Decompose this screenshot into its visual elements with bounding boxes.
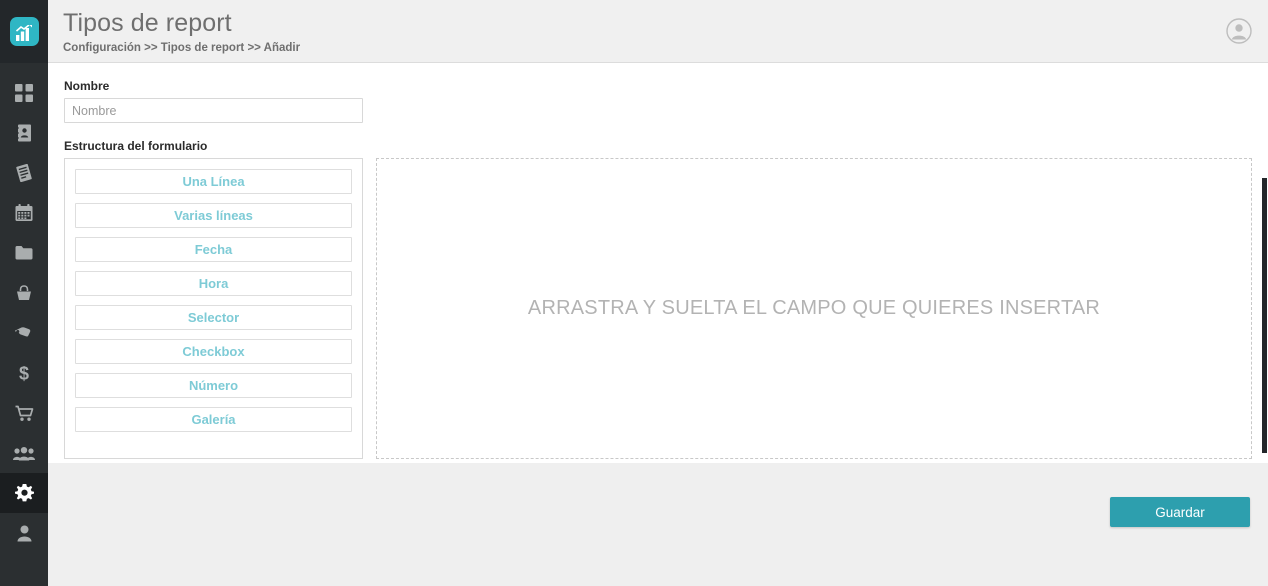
content-area: Nombre Estructura del formulario Una Lín… (48, 63, 1268, 463)
field-type-varias-lineas[interactable]: Varias líneas (75, 203, 352, 228)
form-dropzone[interactable]: ARRASTRA Y SUELTA EL CAMPO QUE QUIERES I… (376, 158, 1252, 459)
sidebar: $ (0, 0, 48, 586)
tag-icon (15, 325, 33, 341)
dropzone-placeholder-text: ARRASTRA Y SUELTA EL CAMPO QUE QUIERES I… (527, 297, 1101, 319)
header-texts: Tipos de report Configuración >> Tipos d… (63, 7, 300, 55)
name-input[interactable] (64, 98, 363, 123)
sidebar-item-users[interactable] (0, 433, 48, 473)
save-button[interactable]: Guardar (1110, 497, 1250, 527)
field-type-galeria[interactable]: Galería (75, 407, 352, 432)
gear-settings-icon (14, 483, 34, 503)
sidebar-item-tags[interactable] (0, 313, 48, 353)
scrollbar-thumb[interactable] (1262, 178, 1267, 453)
dollar-icon: $ (17, 364, 31, 382)
sidebar-item-invoices[interactable] (0, 153, 48, 193)
field-type-checkbox[interactable]: Checkbox (75, 339, 352, 364)
sidebar-item-files[interactable] (0, 233, 48, 273)
folder-icon (15, 245, 33, 261)
invoice-document-icon (15, 164, 33, 182)
field-type-selector[interactable]: Selector (75, 305, 352, 330)
page-title: Tipos de report (63, 9, 232, 37)
user-profile-icon (17, 525, 32, 542)
page-header: Tipos de report Configuración >> Tipos d… (48, 0, 1268, 63)
user-avatar-icon[interactable] (1226, 18, 1252, 44)
sidebar-item-orders[interactable] (0, 393, 48, 433)
sidebar-item-settings[interactable] (0, 473, 48, 513)
bar-chart-logo-icon (9, 17, 39, 46)
scrollbar-track[interactable] (1261, 63, 1268, 463)
field-palette: Una Línea Varias líneas Fecha Hora Selec… (64, 158, 363, 459)
address-book-icon (15, 124, 33, 142)
sidebar-item-dashboard[interactable] (0, 73, 48, 113)
sidebar-item-profile[interactable] (0, 513, 48, 553)
sidebar-nav: $ (0, 63, 48, 553)
field-type-fecha[interactable]: Fecha (75, 237, 352, 262)
app-root: $ Tipos de report Configuración >> Tipos… (0, 0, 1268, 586)
page-footer: Guardar (48, 463, 1268, 586)
users-group-icon (13, 446, 35, 461)
svg-text:$: $ (19, 364, 29, 382)
sidebar-item-contacts[interactable] (0, 113, 48, 153)
breadcrumb: Configuración >> Tipos de report >> Añad… (63, 42, 301, 54)
builder-columns: Una Línea Varias líneas Fecha Hora Selec… (64, 158, 1252, 459)
basket-icon (15, 284, 33, 302)
field-type-una-linea[interactable]: Una Línea (75, 169, 352, 194)
field-type-hora[interactable]: Hora (75, 271, 352, 296)
field-type-numero[interactable]: Número (75, 373, 352, 398)
app-logo[interactable] (0, 0, 48, 63)
main-area: Tipos de report Configuración >> Tipos d… (48, 0, 1268, 586)
name-label: Nombre (64, 79, 110, 93)
sidebar-item-basket[interactable] (0, 273, 48, 313)
structure-label: Estructura del formulario (64, 139, 208, 153)
grid-dashboard-icon (15, 84, 33, 102)
calendar-icon (15, 204, 33, 222)
sidebar-item-finance[interactable]: $ (0, 353, 48, 393)
sidebar-item-calendar[interactable] (0, 193, 48, 233)
shopping-cart-icon (15, 405, 34, 422)
